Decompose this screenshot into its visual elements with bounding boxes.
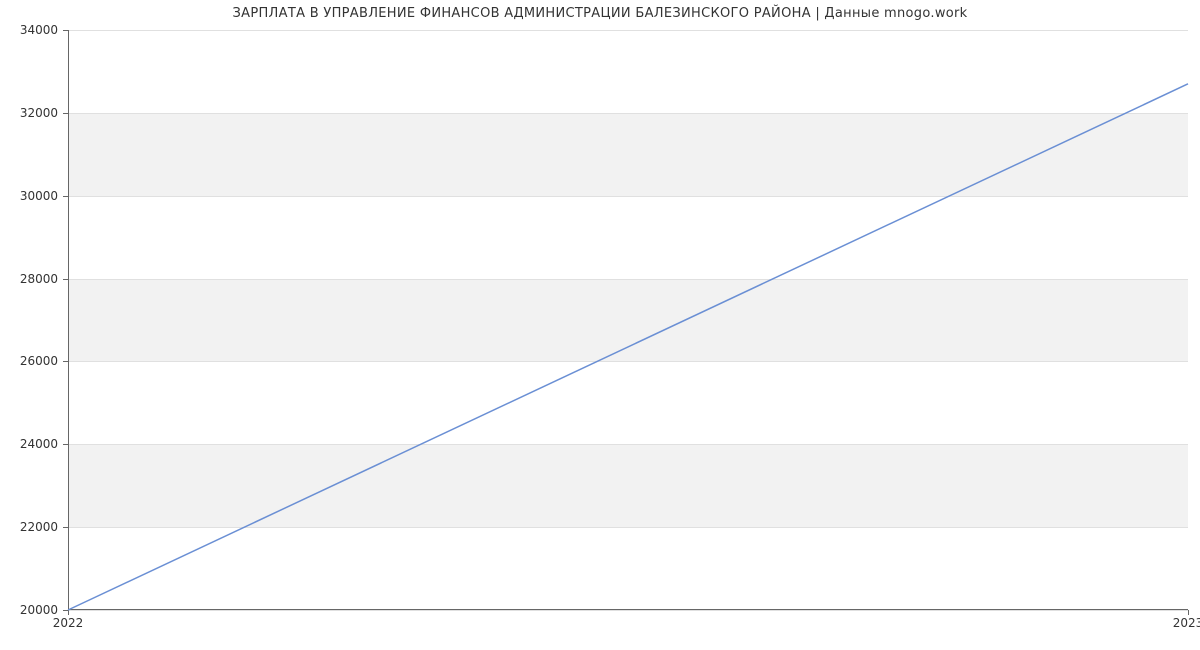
plot-area: 2000022000240002600028000300003200034000…	[68, 30, 1188, 610]
series-line	[68, 84, 1188, 610]
y-tick-label: 24000	[20, 437, 58, 451]
chart-title: ЗАРПЛАТА В УПРАВЛЕНИЕ ФИНАНСОВ АДМИНИСТР…	[0, 6, 1200, 21]
x-tick-label: 2022	[53, 616, 84, 630]
y-tick-label: 22000	[20, 520, 58, 534]
y-tick-label: 28000	[20, 272, 58, 286]
series-layer	[68, 30, 1188, 610]
y-tick-label: 26000	[20, 354, 58, 368]
y-tick-label: 30000	[20, 189, 58, 203]
chart-container: ЗАРПЛАТА В УПРАВЛЕНИЕ ФИНАНСОВ АДМИНИСТР…	[0, 0, 1200, 650]
x-tick-label: 2023	[1173, 616, 1200, 630]
y-tick-label: 32000	[20, 106, 58, 120]
x-tick-mark	[1188, 610, 1189, 615]
y-tick-label: 20000	[20, 603, 58, 617]
grid-line	[68, 610, 1188, 611]
y-tick-label: 34000	[20, 23, 58, 37]
x-tick-mark	[68, 610, 69, 615]
